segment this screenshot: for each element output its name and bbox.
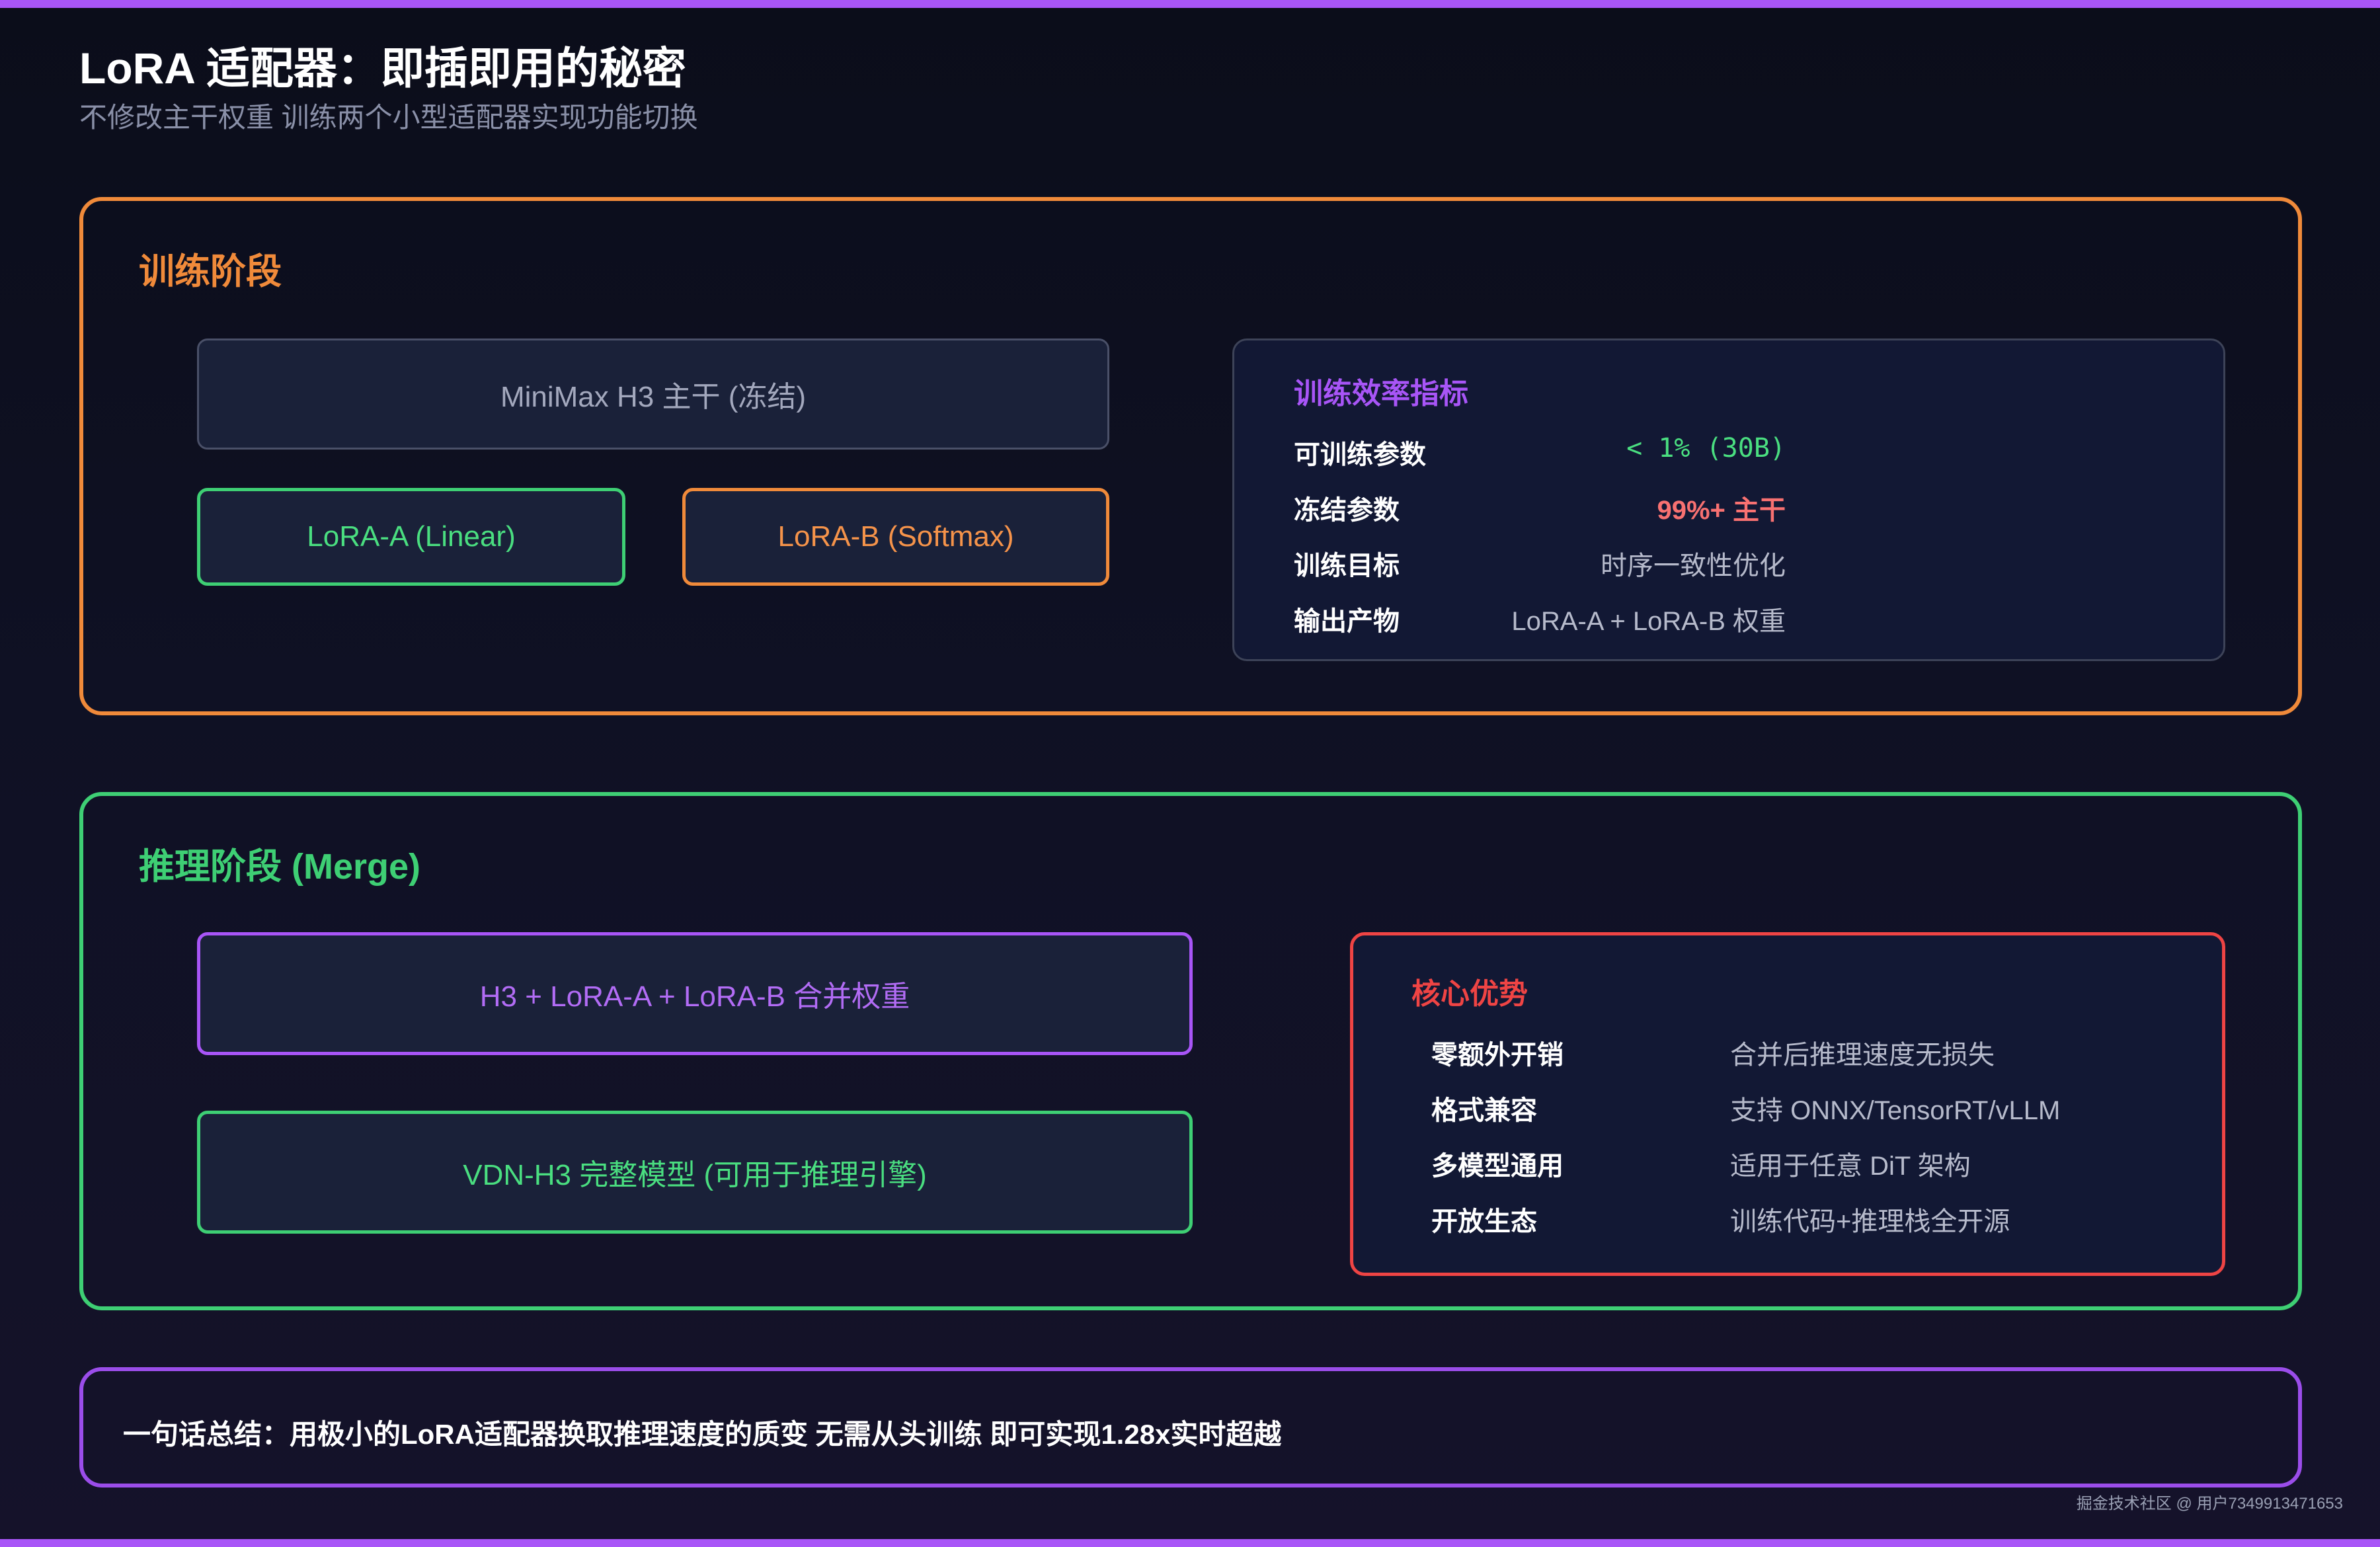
training-metrics-title: 训练效率指标 — [1294, 377, 1468, 410]
training-stage-heading: 训练阶段 — [139, 252, 282, 292]
merge-weights-box: H3 + LoRA-A + LoRA-B 合并权重 — [197, 932, 1193, 1055]
page-title: LoRA 适配器：即插即用的秘密 — [79, 44, 686, 93]
lora-b-box: LoRA-B (Softmax) — [682, 488, 1109, 586]
metric-label: 冻结参数 — [1294, 496, 1400, 525]
metric-value: 时序一致性优化 — [1601, 551, 1786, 580]
core-advantages-title: 核心优势 — [1411, 978, 1528, 1010]
advantage-value: 适用于任意 DiT 架构 — [1730, 1152, 1971, 1181]
training-metrics-card: 训练效率指标 可训练参数 < 1% (30B) 冻结参数 99%+ 主干 训练目… — [1232, 338, 2225, 661]
advantage-label: 格式兼容 — [1431, 1096, 1537, 1125]
metric-value: 99%+ 主干 — [1657, 496, 1786, 525]
advantage-value: 合并后推理速度无损失 — [1730, 1041, 1995, 1070]
page-subtitle: 不修改主干权重 训练两个小型适配器实现功能切换 — [79, 102, 698, 133]
metric-label: 训练目标 — [1294, 551, 1400, 580]
advantage-label: 多模型通用 — [1431, 1152, 1564, 1181]
metric-value: < 1% (30B) — [1626, 433, 1786, 463]
summary-panel: 一句话总结：用极小的LoRA适配器换取推理速度的质变 无需从头训练 即可实现1.… — [79, 1367, 2302, 1488]
watermark: 掘金技术社区 @ 用户7349913471653 — [2076, 1495, 2343, 1513]
top-accent-bar — [0, 0, 2380, 8]
inference-stage-heading: 推理阶段 (Merge) — [139, 847, 421, 887]
metric-label: 可训练参数 — [1294, 440, 1426, 469]
advantage-label: 开放生态 — [1431, 1207, 1537, 1236]
training-stage-panel: 训练阶段 MiniMax H3 主干 (冻结) LoRA-A (Linear) … — [79, 197, 2302, 715]
core-advantages-card: 核心优势 零额外开销 合并后推理速度无损失 格式兼容 支持 ONNX/Tenso… — [1350, 932, 2225, 1276]
metric-value: LoRA-A + LoRA-B 权重 — [1511, 607, 1786, 636]
backbone-frozen-box: MiniMax H3 主干 (冻结) — [197, 338, 1109, 450]
advantage-value: 支持 ONNX/TensorRT/vLLM — [1730, 1096, 2061, 1125]
lora-a-box: LoRA-A (Linear) — [197, 488, 625, 586]
bottom-accent-bar — [0, 1539, 2380, 1547]
metric-label: 输出产物 — [1294, 607, 1400, 636]
full-model-box: VDN-H3 完整模型 (可用于推理引擎) — [197, 1111, 1193, 1234]
advantage-label: 零额外开销 — [1431, 1041, 1564, 1070]
inference-stage-panel: 推理阶段 (Merge) H3 + LoRA-A + LoRA-B 合并权重 V… — [79, 792, 2302, 1310]
summary-text: 一句话总结：用极小的LoRA适配器换取推理速度的质变 无需从头训练 即可实现1.… — [123, 1419, 1282, 1450]
advantage-value: 训练代码+推理栈全开源 — [1730, 1207, 2010, 1236]
